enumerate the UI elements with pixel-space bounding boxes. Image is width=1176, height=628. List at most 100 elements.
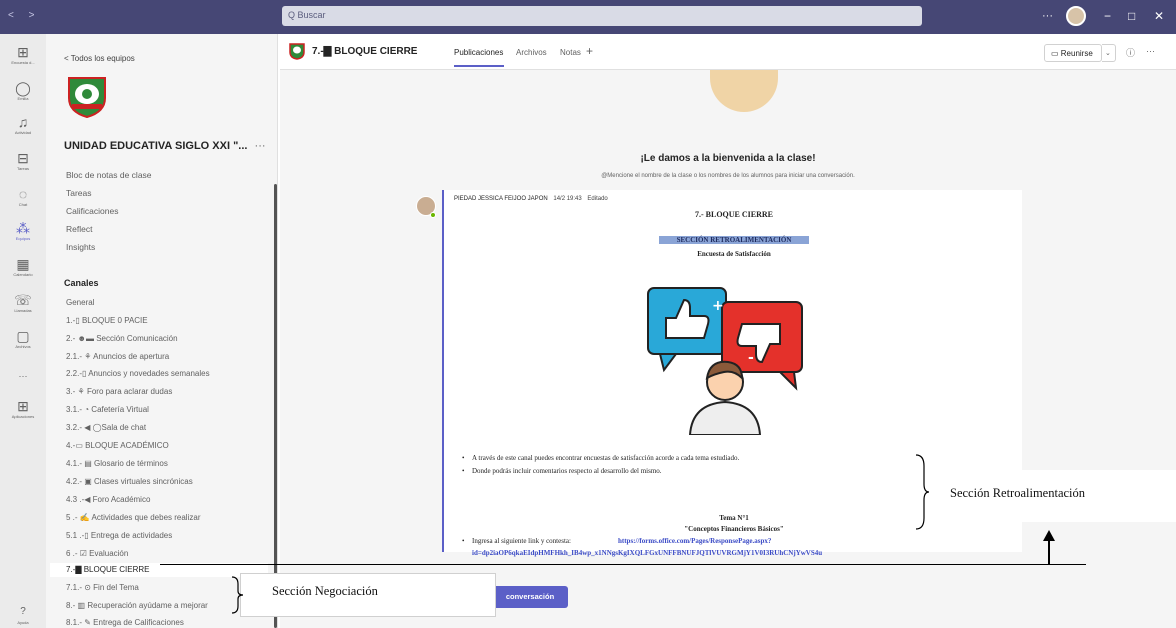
link-tareas[interactable]: Tareas — [66, 188, 92, 198]
welcome-title: ¡Le damos a la bienvenida a la clase! — [640, 153, 816, 164]
active-tab-indicator — [454, 65, 504, 67]
rail-item-aplicaciones[interactable]: ⊞ Aplicaciones — [0, 398, 46, 420]
meet-button[interactable]: ▭ Reunirse — [1044, 44, 1102, 62]
panel-scrollbar[interactable] — [274, 184, 277, 628]
rail-item-archivos[interactable]: ▢ Archivos — [0, 328, 46, 350]
post-link-label: Ingresa al siguiente link y contesta: — [462, 537, 571, 545]
info-icon[interactable]: ⓘ — [1126, 46, 1135, 59]
tab-publicaciones[interactable]: Publicaciones — [454, 48, 503, 57]
calendar-icon: ▦ — [16, 256, 30, 272]
channel-item[interactable]: 2.1.- ⚘ Anuncios de apertura — [66, 352, 169, 361]
team-logo-icon — [289, 43, 305, 60]
rail-item-chat[interactable]: ◌ Chat — [0, 186, 46, 208]
presence-available-icon — [430, 212, 436, 218]
school-crest-logo — [68, 77, 106, 118]
teams-icon: ⁂ — [16, 220, 30, 236]
bell-ring-icon: ◯ — [15, 80, 31, 96]
search-input[interactable]: Q Buscar — [282, 6, 922, 26]
channel-item[interactable]: General — [66, 298, 94, 307]
channel-item[interactable]: 5 .- ✍ Actividades que debes realizar — [66, 513, 200, 522]
post-survey-heading: Encuesta de Satisfacción — [697, 250, 771, 258]
post-bullet-2: Donde podrás incluir comentarios respect… — [462, 467, 662, 475]
channel-item[interactable]: 4.3 .-◀ Foro Académico — [66, 495, 150, 504]
tab-archivos[interactable]: Archivos — [516, 48, 547, 57]
help-icon: ? — [20, 606, 26, 617]
channel-item[interactable]: 5.1 .-▯ Entrega de actividades — [66, 531, 172, 540]
channel-item[interactable]: 2.2.-▯ Anuncios y novedades semanales — [66, 369, 210, 378]
post-time: 14/2 19:43 — [553, 196, 582, 202]
annotation-underline — [160, 564, 1086, 565]
channel-item[interactable]: 8.1.- ✎ Entrega de Calificaciones — [66, 618, 184, 627]
welcome-illustration — [710, 70, 778, 112]
back-to-teams-link[interactable]: < Todos los equipos — [64, 54, 135, 63]
tab-notas[interactable]: Notas — [560, 48, 581, 57]
link-insights[interactable]: Insights — [66, 242, 95, 252]
annotation-brace-icon — [231, 576, 244, 614]
bell-icon: ♫ — [17, 114, 29, 130]
annotation-brace-icon — [915, 454, 930, 530]
minimize-icon[interactable]: − — [1104, 9, 1111, 23]
link-class-notebook[interactable]: Bloc de notas de clase — [66, 170, 152, 180]
welcome-subtitle: @Mencione el nombre de la clase o los no… — [601, 173, 855, 179]
close-icon[interactable]: ✕ — [1154, 9, 1164, 23]
new-conversation-button[interactable]: conversación — [492, 586, 568, 608]
file-icon: ▢ — [16, 328, 30, 344]
post-edited: Editado — [587, 196, 608, 202]
add-tab-icon[interactable]: + — [586, 44, 593, 58]
post-bullet-1: A través de este canal puedes encontrar … — [462, 454, 739, 462]
rail-item-encuesta[interactable]: ⊞ Encuesta d... — [0, 44, 46, 66]
survey-link[interactable]: https://forms.office.com/Pages/ResponseP… — [618, 537, 771, 545]
channel-item-selected[interactable]: 7.-▇ BLOQUE CIERRE — [50, 563, 268, 577]
svg-text:-: - — [748, 350, 754, 366]
more-options-icon[interactable]: ··· — [1042, 10, 1053, 22]
channel-item[interactable]: 1.-▯ BLOQUE 0 PACIE — [66, 316, 148, 325]
clipboard-icon: ⊟ — [17, 150, 29, 166]
rail-item-more[interactable]: ··· — [0, 368, 46, 384]
more-icon: ··· — [18, 371, 28, 381]
survey-link-continued[interactable]: id=dp2iaOP6qkaEIdpHMFHkh_IB4wp_x1NNgsKgI… — [472, 549, 822, 557]
conversation-feed: ¡Le damos a la bienvenida a la clase! @M… — [280, 70, 1176, 628]
team-name[interactable]: UNIDAD EDUCATIVA SIGLO XXI "... ··· — [64, 140, 266, 152]
rail-item-emilia[interactable]: ◯ Emilia — [0, 80, 46, 102]
channel-item[interactable]: 2.- ☻▬ Sección Comunicación — [66, 334, 178, 343]
grid-icon: ⊞ — [17, 44, 29, 60]
rail-item-llamadas[interactable]: ☏ Llamadas — [0, 292, 46, 314]
channel-title: 7.-▇ BLOQUE CIERRE — [312, 46, 418, 57]
link-calificaciones[interactable]: Calificaciones — [66, 206, 118, 216]
app-rail: ⊞ Encuesta d... ◯ Emilia ♫ Actividad ⊟ T… — [0, 34, 46, 628]
channel-item[interactable]: 3.2.- ◀ ◯Sala de chat — [66, 423, 146, 432]
apps-icon: ⊞ — [17, 398, 29, 414]
rail-item-equipos[interactable]: ⁂ Equipos — [0, 220, 46, 242]
rail-item-calendario[interactable]: ▦ Calendario — [0, 256, 46, 278]
post-concept: "Conceptos Financieros Básicos" — [684, 525, 784, 533]
link-reflect[interactable]: Reflect — [66, 224, 92, 234]
annotation-arrow-stem — [1048, 540, 1050, 564]
annotation-retroalimentacion: Sección Retroalimentación — [950, 486, 1086, 500]
channel-item[interactable]: 4.-▭ BLOQUE ACADÉMICO — [66, 441, 169, 450]
profile-avatar[interactable] — [1066, 6, 1086, 26]
channel-header: 7.-▇ BLOQUE CIERRE Publicaciones Archivo… — [280, 34, 1176, 70]
channel-more-icon[interactable]: ··· — [1146, 46, 1155, 56]
rail-item-actividad[interactable]: ♫ Actividad — [0, 114, 46, 136]
channel-item[interactable]: 4.1.- ▤ Glosario de términos — [66, 459, 168, 468]
post-author: PIEDAD JESSICA FEIJOO JAPON — [454, 196, 548, 202]
maximize-icon[interactable]: □ — [1128, 9, 1135, 23]
post-meta: PIEDAD JESSICA FEIJOO JAPON 14/2 19:43 E… — [454, 196, 608, 202]
channels-heading: Canales — [64, 278, 99, 288]
channel-item[interactable]: 4.2.- ▣ Clases virtuales sincrónicas — [66, 477, 193, 486]
svg-text:+: + — [712, 298, 724, 314]
rail-item-tareas[interactable]: ⊟ Tareas — [0, 150, 46, 172]
team-more-icon[interactable]: ··· — [255, 140, 266, 152]
title-bar: < > Q Buscar ··· − □ ✕ — [0, 0, 1176, 34]
chat-icon: ◌ — [18, 186, 28, 202]
rail-item-ayuda[interactable]: ? Ayuda — [0, 604, 46, 626]
channel-item[interactable]: 8.- ▥ Recuperación ayúdame a mejorar — [66, 601, 208, 610]
channel-item[interactable]: 6 .- ☑ Evaluación — [66, 549, 128, 558]
meet-dropdown-icon[interactable]: ⌄ — [1102, 44, 1116, 62]
channel-item[interactable]: 7.1.- ⊙ Fin del Tema — [66, 583, 139, 592]
channel-item[interactable]: 3.1.- ◔ Cafetería Virtual — [66, 405, 149, 414]
post-title: 7.- BLOQUE CIERRE — [694, 210, 773, 219]
nav-arrows[interactable]: < > — [8, 10, 40, 21]
phone-icon: ☏ — [14, 292, 32, 308]
channel-item[interactable]: 3.- ⚘ Foro para aclarar dudas — [66, 387, 172, 396]
